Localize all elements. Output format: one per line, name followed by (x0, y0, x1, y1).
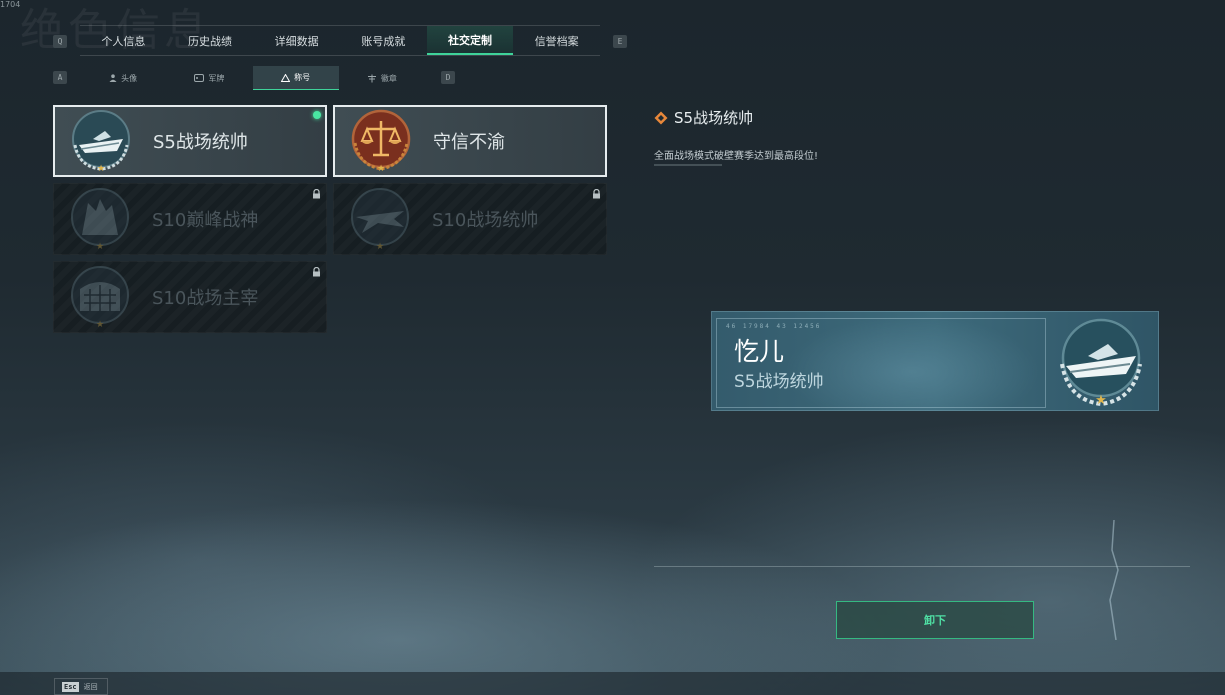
star-icon: ★ (376, 164, 386, 174)
prev-subtab-key-hint[interactable]: A (53, 71, 67, 84)
star-icon: ★ (375, 242, 385, 252)
star-icon: ★ (95, 320, 105, 330)
back-button[interactable]: Esc 返回 (54, 678, 108, 695)
subtab-title[interactable]: 称号 (252, 66, 339, 90)
title-card-label: S10巅峰战神 (152, 210, 259, 231)
title-card-s5-commander[interactable]: ★ S5战场统帅 (53, 105, 327, 177)
back-label: 返回 (83, 682, 98, 691)
title-card-label: S10战场主宰 (152, 288, 259, 309)
equipped-indicator (313, 111, 321, 119)
star-icon: ★ (95, 242, 105, 252)
main-tab-bar: 个人信息 历史战绩 详细数据 账号成就 社交定制 信誉档案 (80, 25, 600, 56)
diamond-icon (654, 111, 668, 124)
next-tab-key-hint[interactable]: E (613, 35, 627, 48)
subtab-avatar-label: 头像 (121, 73, 138, 83)
title-preview-banner: 46 17984 43 12456 忔儿 S5战场统帅 ★ (711, 311, 1159, 411)
tab-account-achievements[interactable]: 账号成就 (340, 26, 427, 55)
bottom-bar (0, 672, 1225, 695)
unequip-button[interactable]: 卸下 (836, 601, 1034, 639)
castle-emblem-icon: ★ (68, 187, 132, 252)
subtab-title-label: 称号 (294, 73, 311, 82)
preview-player-name: 忔儿 (734, 337, 785, 366)
star-icon: ★ (1095, 393, 1107, 408)
tab-detailed-stats[interactable]: 详细数据 (253, 26, 340, 55)
lock-icon (593, 189, 600, 199)
sub-tab-bar: 头像 军牌 称号 徽章 (80, 66, 425, 90)
subtab-dogtag[interactable]: 军牌 (166, 66, 252, 90)
badge-icon (367, 74, 376, 82)
lock-icon (313, 189, 320, 199)
prev-tab-key-hint[interactable]: Q (53, 35, 67, 48)
corner-code: 1704 (0, 0, 21, 9)
title-card-s10-dominator[interactable]: ★ S10战场主宰 (53, 261, 327, 333)
boat-emblem-icon: ★ (1052, 316, 1150, 410)
title-card-label: 守信不渝 (433, 132, 505, 153)
boat-emblem-icon: ★ (69, 109, 133, 174)
title-card-s10-commander[interactable]: ★ S10战场统帅 (333, 183, 607, 255)
preview-code-text: 46 17984 43 12456 (726, 323, 822, 330)
title-card-trustworthy[interactable]: ★ 守信不渝 (333, 105, 607, 177)
lock-icon (313, 267, 320, 277)
lightning-decoration (1109, 520, 1119, 640)
subtab-avatar[interactable]: 头像 (80, 66, 166, 90)
subtab-badge-label: 徽章 (380, 73, 397, 83)
star-icon: ★ (96, 164, 106, 174)
selected-title-heading: S5战场统帅 (654, 107, 753, 128)
subtab-badge[interactable]: 徽章 (339, 66, 425, 90)
esc-key-hint: Esc (62, 681, 79, 692)
plane-emblem-icon: ★ (348, 187, 412, 252)
description-underline (654, 164, 722, 166)
tab-social-customization[interactable]: 社交定制 (426, 26, 514, 55)
title-card-label: S10战场统帅 (432, 210, 539, 231)
selected-title-text: S5战场统帅 (674, 109, 754, 127)
preview-title-text: S5战场统帅 (734, 372, 824, 392)
person-icon (109, 74, 117, 82)
triangle-icon (281, 73, 291, 82)
dogtag-icon (194, 74, 205, 82)
tab-personal-info[interactable]: 个人信息 (80, 26, 167, 55)
selected-title-description: 全面战场模式破壁赛季达到最高段位! (654, 151, 819, 162)
tab-credit-record[interactable]: 信誉档案 (513, 26, 600, 55)
scales-emblem-icon: ★ (349, 109, 413, 174)
title-card-label: S5战场统帅 (153, 132, 248, 153)
next-subtab-key-hint[interactable]: D (441, 71, 455, 84)
tab-match-history[interactable]: 历史战绩 (167, 26, 254, 55)
title-card-s10-war-god[interactable]: ★ S10巅峰战神 (53, 183, 327, 255)
subtab-dogtag-label: 军牌 (208, 73, 225, 83)
colosseum-emblem-icon: ★ (68, 265, 132, 330)
